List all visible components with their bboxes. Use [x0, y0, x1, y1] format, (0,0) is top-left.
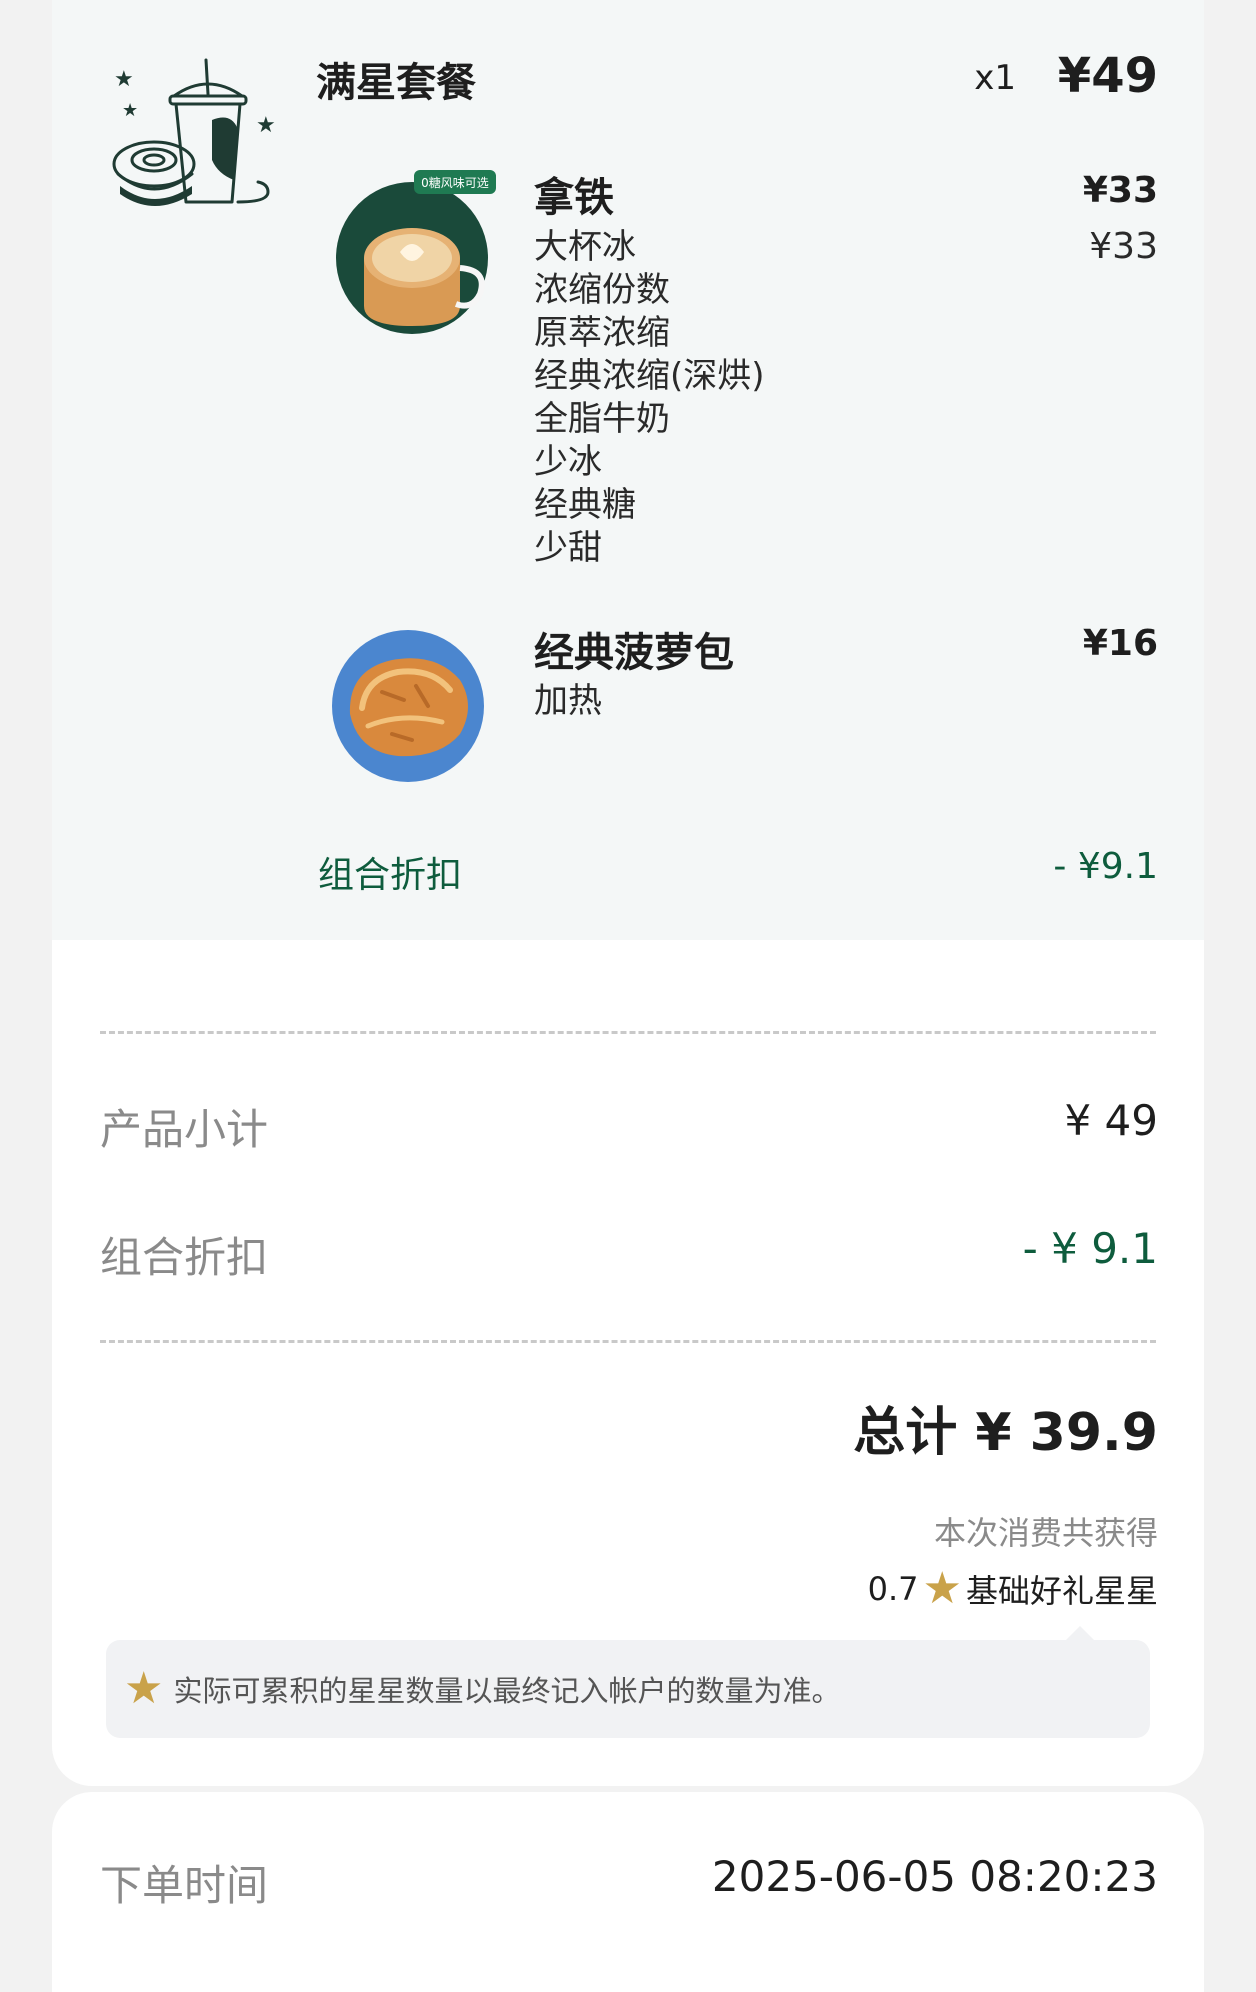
stars-earned-note: 本次消费共获得 [933, 1514, 1158, 1552]
latte-option: 原萃浓缩 [534, 313, 670, 353]
combo-discount-label: 组合折扣 [318, 855, 463, 896]
discount-label: 组合折扣 [100, 1233, 269, 1282]
latte-option-price: ¥33 [1089, 226, 1158, 267]
latte-option: 全脂牛奶 [534, 399, 670, 439]
latte-image: 0糖风味可选 [336, 170, 496, 334]
item-price-latte: ¥33 [1082, 170, 1158, 211]
latte-option: 大杯冰 [534, 227, 636, 267]
order-total: 总计 ¥ 39.9 [853, 1403, 1158, 1463]
combo-quantity: x1 [974, 58, 1016, 98]
latte-option: 少甜 [534, 528, 602, 568]
order-time-value: 2025-06-05 08:20:23 [711, 1852, 1158, 1901]
latte-option: 浓缩份数 [534, 270, 670, 310]
svg-text:★: ★ [256, 113, 276, 138]
item-name-latte: 拿铁 [534, 175, 614, 221]
latte-option: 经典糖 [534, 485, 636, 525]
combo-drink-bagel-icon: ★ ★ ★ [112, 58, 276, 206]
stars-label: 基础好礼星星 [965, 1572, 1158, 1610]
bun-option: 加热 [534, 681, 602, 721]
item-price-bun: ¥16 [1082, 623, 1158, 664]
item-name-bun: 经典菠萝包 [534, 630, 734, 676]
svg-text:★: ★ [122, 100, 138, 121]
latte-badge: 0糖风味可选 [421, 175, 489, 190]
star-icon: ★ [922, 1563, 962, 1614]
discount-value: - ¥ 9.1 [1022, 1224, 1158, 1273]
stars-tip-text: 实际可累积的星星数量以最终记入帐户的数量为准。 [173, 1674, 841, 1708]
latte-option: 经典浓缩(深烘) [534, 356, 765, 396]
stars-tip: ★ 实际可累积的星星数量以最终记入帐户的数量为准。 [106, 1626, 1150, 1738]
divider [100, 1340, 1156, 1343]
combo-discount-value: - ¥9.1 [1053, 846, 1158, 887]
star-icon: ★ [124, 1663, 164, 1714]
subtotal-label: 产品小计 [100, 1105, 269, 1154]
combo-title: 满星套餐 [316, 60, 476, 106]
divider [100, 1031, 1156, 1034]
stars-earned-row: 0.7 ★ 基础好礼星星 [868, 1566, 1158, 1612]
order-time-label: 下单时间 [100, 1861, 269, 1910]
svg-text:★: ★ [114, 67, 134, 92]
combo-price: ¥49 [1057, 48, 1158, 104]
stars-amount: 0.7 [867, 1570, 919, 1608]
pineapple-bun-image [332, 630, 484, 782]
subtotal-value: ¥ 49 [1064, 1096, 1158, 1145]
latte-option: 少冰 [534, 442, 602, 482]
